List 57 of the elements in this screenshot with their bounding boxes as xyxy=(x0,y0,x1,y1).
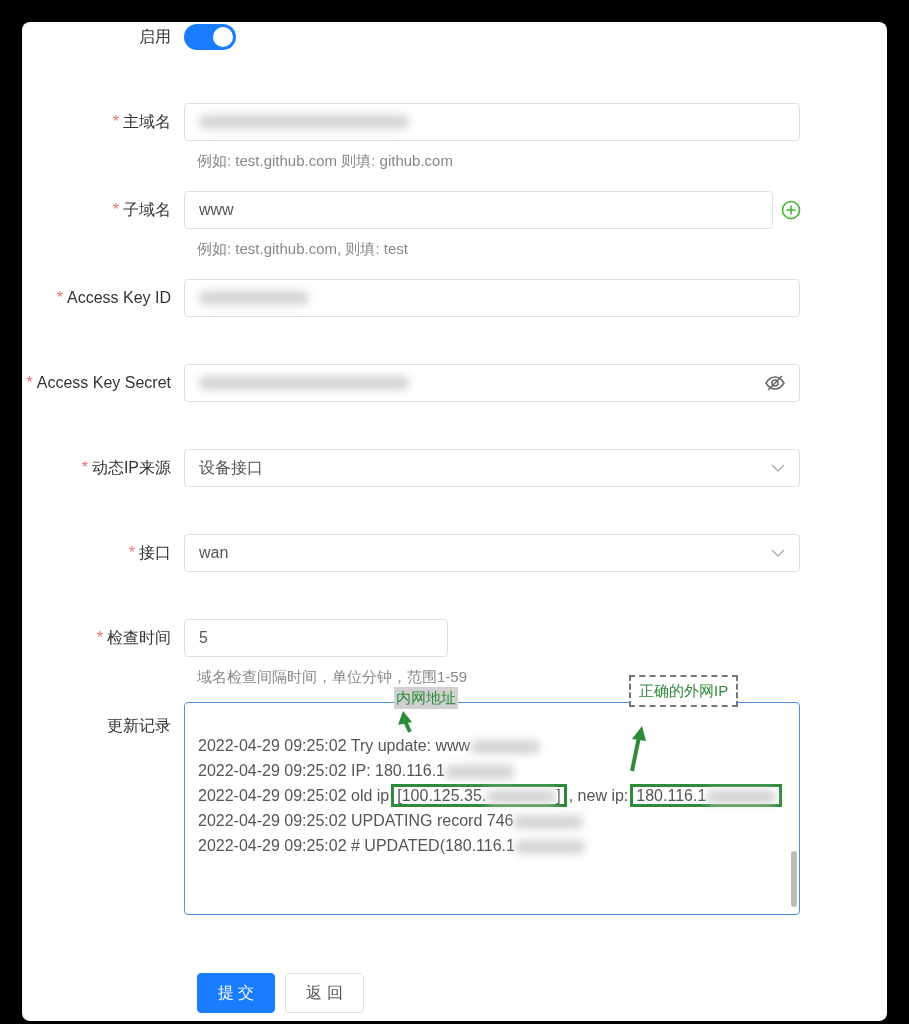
log-text: 2022-04-29 09:25:02 # UPDATED(180.116.1 xyxy=(198,837,515,854)
field-label: 主域名 xyxy=(123,113,171,130)
log-text: [100.125.35. xyxy=(397,787,487,804)
log-text: 2022-04-29 09:25:02 UPDATING record 746 xyxy=(198,812,514,829)
input-field[interactable] xyxy=(184,279,800,317)
field-value: www xyxy=(199,200,234,220)
blurred-text xyxy=(514,839,585,854)
log-text: 2022-04-29 09:25:02 IP: 180.116.1 xyxy=(198,762,445,779)
field-label: 检查时间 xyxy=(107,629,171,646)
select-value: wan xyxy=(199,543,229,563)
required-asterisk: * xyxy=(56,289,63,306)
chevron-down-icon xyxy=(771,463,785,473)
select-value: 设备接口 xyxy=(199,458,263,478)
field-label: 启用 xyxy=(139,28,171,45)
scrollbar-thumb[interactable] xyxy=(791,851,797,907)
annotation-label: 内网地址 xyxy=(394,687,458,709)
field-label: 子域名 xyxy=(123,201,171,218)
hint-text: 域名检查间隔时间，单位分钟，范围1-59 xyxy=(197,667,469,687)
field-value: 5 xyxy=(199,628,208,648)
eye-slash-icon[interactable] xyxy=(765,375,785,391)
back-button[interactable]: 返 回 xyxy=(285,973,364,1013)
hint-text: 例如: test.github.com, 则填: test xyxy=(197,239,409,259)
log-text: 2022-04-29 09:25:02 Try update: www xyxy=(198,737,471,754)
log-text: 180.116.1 xyxy=(636,787,707,804)
required-asterisk: * xyxy=(112,113,119,130)
field-label: Access Key Secret xyxy=(36,374,171,391)
blurred-text xyxy=(470,739,541,754)
input-field[interactable]: 5 xyxy=(184,619,448,657)
select-field[interactable]: 设备接口 xyxy=(184,449,800,487)
required-asterisk: * xyxy=(96,629,103,646)
toggle-switch[interactable] xyxy=(184,24,236,50)
hint-text: 例如: test.github.com 则填: github.com xyxy=(197,151,454,171)
input-field[interactable] xyxy=(184,364,800,402)
log-text: ] xyxy=(556,787,561,804)
field-label: Access Key ID xyxy=(66,289,171,306)
select-field[interactable]: wan xyxy=(184,534,800,572)
required-asterisk: * xyxy=(81,459,88,476)
blurred-text xyxy=(513,814,584,829)
submit-button[interactable]: 提 交 xyxy=(197,973,276,1013)
field-label: 接口 xyxy=(139,544,171,561)
field-label: 动态IP来源 xyxy=(91,459,171,476)
arrow xyxy=(630,726,646,772)
blurred-text xyxy=(706,789,777,804)
add-icon[interactable] xyxy=(781,200,801,220)
required-asterisk: * xyxy=(26,374,33,391)
blurred-text xyxy=(486,789,557,804)
log-text: 2022-04-29 09:25:02 old ip xyxy=(198,787,390,804)
required-asterisk: * xyxy=(112,201,119,218)
arrow xyxy=(398,711,412,733)
blurred-text xyxy=(445,764,515,779)
input-field[interactable] xyxy=(184,103,800,141)
chevron-down-icon xyxy=(771,548,785,558)
required-asterisk: * xyxy=(128,544,135,561)
annotation-label: 正确的外网IP xyxy=(629,675,739,707)
log-text: , new ip: xyxy=(568,787,629,804)
input-field[interactable]: www xyxy=(184,191,773,229)
field-label: 更新记录 xyxy=(107,717,171,734)
